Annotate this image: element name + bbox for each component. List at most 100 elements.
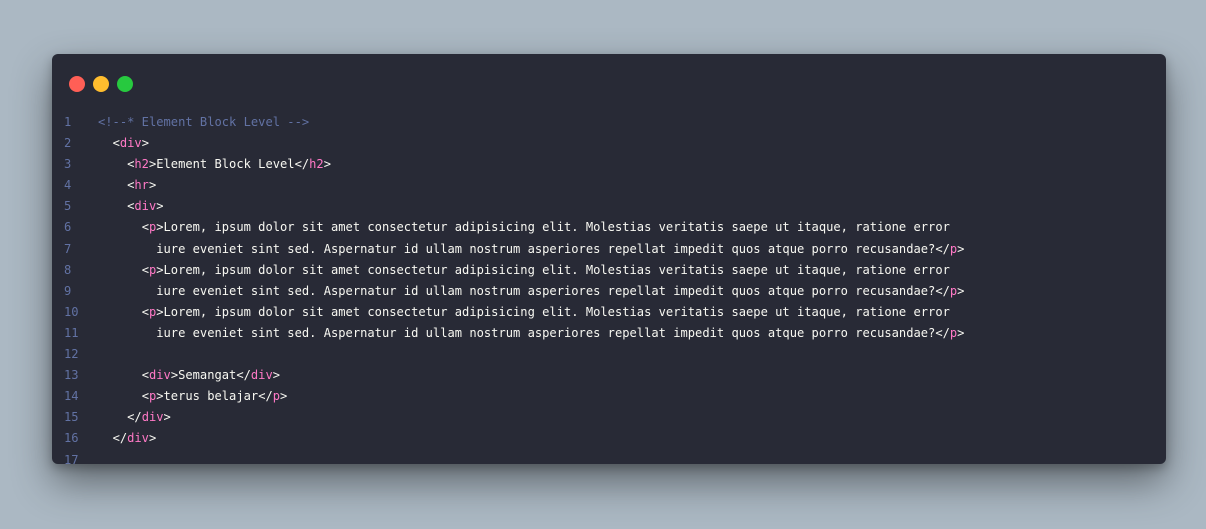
code-token-punct: > bbox=[272, 368, 281, 383]
line-number: 2 bbox=[64, 136, 72, 151]
code-line: 13 <div>Semangat</div> bbox=[52, 365, 1166, 386]
code-token-punct: > bbox=[148, 431, 157, 446]
code-line: 4 <hr> bbox=[52, 175, 1166, 196]
code-token-text: iure eveniet sint sed. Aspernatur id ull… bbox=[156, 283, 936, 298]
line-number: 12 bbox=[64, 347, 79, 362]
line-number: 17 bbox=[64, 452, 79, 465]
code-content bbox=[94, 450, 98, 465]
code-token-punct: > bbox=[957, 325, 965, 340]
code-token-punct: > bbox=[156, 199, 164, 214]
code-token-punct: </ bbox=[112, 431, 128, 446]
window-controls bbox=[69, 76, 133, 92]
code-content: <div> bbox=[94, 133, 149, 154]
code-token-punct: > bbox=[141, 136, 149, 151]
code-content: <hr> bbox=[94, 175, 156, 196]
code-token-tag: h2 bbox=[309, 157, 324, 172]
code-token-text: Lorem, ipsum dolor sit amet consectetur … bbox=[163, 304, 950, 319]
code-token-punct: </ bbox=[294, 157, 310, 172]
code-token-punct: </ bbox=[258, 389, 273, 404]
line-number: 1 bbox=[64, 115, 72, 129]
code-token-punct: > bbox=[280, 389, 288, 404]
code-token-punct: </ bbox=[935, 241, 950, 256]
code-token-punct: > bbox=[170, 368, 179, 383]
code-token-tag: div bbox=[134, 199, 157, 214]
code-line: 14 <p>terus belajar</p> bbox=[52, 386, 1166, 407]
line-number: 3 bbox=[64, 157, 72, 172]
line-number: 5 bbox=[64, 199, 72, 214]
code-line: 12 bbox=[52, 344, 1166, 365]
code-content: <p>terus belajar</p> bbox=[94, 386, 288, 407]
code-line: 11 iure eveniet sint sed. Aspernatur id … bbox=[52, 323, 1166, 344]
code-content bbox=[94, 344, 98, 365]
code-token-punct: > bbox=[156, 220, 164, 235]
code-content: <p>Lorem, ipsum dolor sit amet consectet… bbox=[94, 260, 950, 281]
code-line: 1 <!--* Element Block Level --> bbox=[52, 112, 1166, 133]
code-token-punct: </ bbox=[935, 325, 950, 340]
code-token-tag: h2 bbox=[134, 157, 149, 172]
maximize-dot-icon[interactable] bbox=[117, 76, 133, 92]
code-token-text: Lorem, ipsum dolor sit amet consectetur … bbox=[163, 262, 950, 277]
line-number: 6 bbox=[64, 220, 72, 235]
code-token-text: terus belajar bbox=[163, 389, 259, 404]
minimize-dot-icon[interactable] bbox=[93, 76, 109, 92]
code-token-punct: < bbox=[141, 389, 149, 404]
code-content: <h2>Element Block Level</h2> bbox=[94, 154, 331, 175]
code-line: 7 iure eveniet sint sed. Aspernatur id u… bbox=[52, 239, 1166, 260]
code-line: 6 <p>Lorem, ipsum dolor sit amet consect… bbox=[52, 217, 1166, 238]
code-content: iure eveniet sint sed. Aspernatur id ull… bbox=[94, 281, 964, 302]
close-dot-icon[interactable] bbox=[69, 76, 85, 92]
line-number: 8 bbox=[64, 262, 72, 277]
line-number: 13 bbox=[64, 368, 79, 383]
code-token-punct: < bbox=[141, 262, 149, 277]
code-token-tag: p bbox=[272, 389, 281, 404]
code-token-punct: > bbox=[156, 262, 164, 277]
code-token-text: Element Block Level bbox=[156, 157, 295, 172]
line-number: 15 bbox=[64, 410, 79, 425]
code-token-punct: < bbox=[141, 220, 149, 235]
line-number: 7 bbox=[64, 241, 72, 256]
code-token-punct: > bbox=[957, 241, 965, 256]
code-token-punct: > bbox=[156, 304, 164, 319]
code-content: <div>Semangat</div> bbox=[94, 365, 280, 386]
code-token-punct: < bbox=[112, 136, 120, 151]
code-content: <!--* Element Block Level --> bbox=[94, 112, 309, 133]
code-line: 16 </div> bbox=[52, 428, 1166, 449]
code-token-tag: div bbox=[141, 410, 164, 425]
code-token-punct: </ bbox=[236, 368, 251, 383]
code-line: 9 iure eveniet sint sed. Aspernatur id u… bbox=[52, 281, 1166, 302]
code-line: 2 <div> bbox=[52, 133, 1166, 154]
line-number: 9 bbox=[64, 283, 72, 298]
code-token-punct: > bbox=[323, 157, 331, 172]
code-token-punct: > bbox=[156, 389, 164, 404]
code-token-punct: > bbox=[957, 283, 965, 298]
code-content: </div> bbox=[94, 428, 157, 449]
code-token-comment: <!--* Element Block Level --> bbox=[98, 115, 310, 129]
code-line: 17 bbox=[52, 450, 1166, 465]
code-line: 15 </div> bbox=[52, 407, 1166, 428]
code-line: 5 <div> bbox=[52, 196, 1166, 217]
code-token-punct: < bbox=[141, 368, 149, 383]
code-line: 3 <h2>Element Block Level</h2> bbox=[52, 154, 1166, 175]
code-token-punct: < bbox=[141, 304, 149, 319]
line-number: 14 bbox=[64, 389, 79, 404]
code-line: 10 <p>Lorem, ipsum dolor sit amet consec… bbox=[52, 302, 1166, 323]
code-content: iure eveniet sint sed. Aspernatur id ull… bbox=[94, 323, 964, 344]
line-number: 4 bbox=[64, 178, 72, 193]
code-token-punct: > bbox=[148, 178, 157, 193]
code-token-text: Lorem, ipsum dolor sit amet consectetur … bbox=[163, 220, 950, 235]
code-line: 8 <p>Lorem, ipsum dolor sit amet consect… bbox=[52, 260, 1166, 281]
code-content: <p>Lorem, ipsum dolor sit amet consectet… bbox=[94, 217, 950, 238]
code-token-punct: </ bbox=[127, 410, 142, 425]
code-token-punct: > bbox=[163, 410, 171, 425]
